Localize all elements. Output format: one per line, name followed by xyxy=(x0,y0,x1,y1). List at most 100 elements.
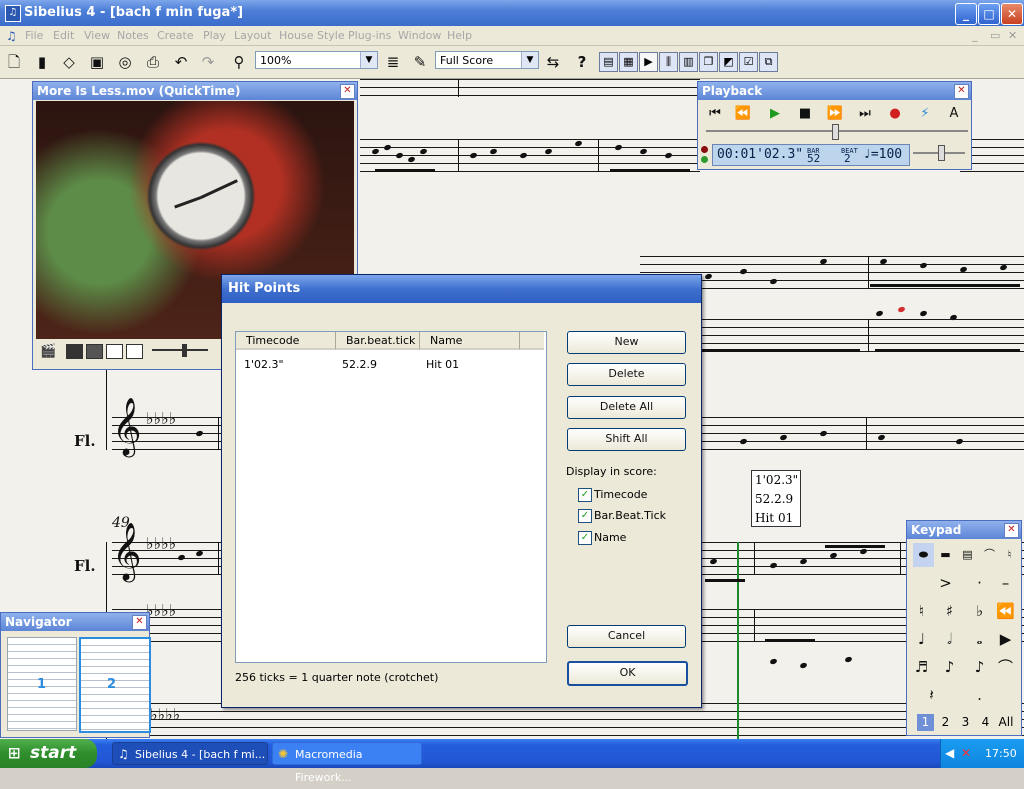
doc-restore-icon[interactable]: ▭ xyxy=(990,29,1000,42)
keypad-layout-1[interactable]: 1 xyxy=(917,714,934,731)
menu-window[interactable]: Window xyxy=(398,29,441,42)
cd-icon[interactable]: ◎ xyxy=(115,52,135,72)
tie-key[interactable]: ⌒ xyxy=(995,655,1016,679)
keypad-layout-3[interactable]: 3 xyxy=(957,714,974,731)
timeline-handle[interactable] xyxy=(832,124,839,140)
undo-icon[interactable]: ↶ xyxy=(171,52,191,72)
help-icon[interactable]: ? xyxy=(572,52,592,72)
fast-forward-icon[interactable]: ⏩ xyxy=(822,102,848,126)
quarter-note-key[interactable]: ♩ xyxy=(911,627,932,651)
menu-file[interactable]: File xyxy=(25,29,43,42)
next-key[interactable]: ▶ xyxy=(995,627,1016,651)
mixer-toggle-icon[interactable]: ⫼ xyxy=(659,52,678,72)
document-icon[interactable]: ♫ xyxy=(6,29,17,43)
keypad-layout-all[interactable]: All xyxy=(995,714,1017,731)
menu-edit[interactable]: Edit xyxy=(53,29,74,42)
new-file-icon[interactable]: 🗋 xyxy=(4,52,24,72)
navigator-toggle-icon[interactable]: ▤ xyxy=(599,52,618,72)
accent-key[interactable]: > xyxy=(935,571,956,595)
network-icon[interactable]: ✕ xyxy=(961,739,971,768)
sixteenth-note-key[interactable]: ♬ xyxy=(911,655,932,679)
delete-button[interactable]: Delete xyxy=(567,363,686,386)
score-view-select[interactable]: Full Score ▼ xyxy=(435,51,539,69)
video-toggle-icon[interactable]: ◩ xyxy=(719,52,738,72)
chevron-down-icon[interactable]: ▼ xyxy=(521,52,538,68)
live-playback-icon[interactable]: ⚡ xyxy=(912,102,938,126)
save-icon[interactable]: ▣ xyxy=(87,52,107,72)
delete-all-button[interactable]: Delete All xyxy=(567,396,686,419)
new-button[interactable]: New xyxy=(567,331,686,354)
hit-point-label[interactable]: 1'02.3" 52.2.9 Hit 01 xyxy=(751,470,801,527)
keypad-tab-articulations-icon[interactable]: ⌒ xyxy=(979,543,1000,567)
focus-staves-icon[interactable]: ✎ xyxy=(410,52,430,72)
shift-all-button[interactable]: Shift All xyxy=(567,428,686,451)
rewind-to-start-icon[interactable]: ⏮ xyxy=(702,102,728,126)
whole-note-key[interactable]: 𝅝 xyxy=(969,627,990,651)
play-icon[interactable]: ▶ xyxy=(762,102,788,126)
half-note-key[interactable]: 𝅗𝅥 xyxy=(939,627,960,651)
close-icon[interactable]: ✕ xyxy=(1004,523,1019,538)
close-icon[interactable]: ✕ xyxy=(340,84,355,99)
keypad-layout-4[interactable]: 4 xyxy=(977,714,994,731)
stop-icon[interactable]: ■ xyxy=(792,102,818,126)
previous-rest-key[interactable]: ⏪ xyxy=(995,599,1016,623)
start-button[interactable]: ⊞ start xyxy=(0,739,97,768)
staccato-key[interactable]: · xyxy=(969,571,990,595)
timecode-checkbox[interactable]: ✓ xyxy=(578,488,592,502)
doc-close-icon[interactable]: ✕ xyxy=(1008,29,1017,42)
redo-icon[interactable]: ↷ xyxy=(198,52,218,72)
maximize-button[interactable]: □ xyxy=(978,3,1000,25)
tray-expand-icon[interactable]: ◀ xyxy=(945,739,954,768)
tempo-handle[interactable] xyxy=(938,145,945,161)
name-checkbox[interactable]: ✓ xyxy=(578,531,592,545)
parts-icon[interactable]: ⇆ xyxy=(543,52,563,72)
chevron-down-icon[interactable]: ▼ xyxy=(360,52,377,68)
table-row[interactable]: 1'02.3" 52.2.9 Hit 01 xyxy=(236,354,544,372)
dot-key[interactable]: . xyxy=(969,683,990,707)
size-normal-icon[interactable] xyxy=(106,344,123,359)
flat-key[interactable]: ♭ xyxy=(969,599,990,623)
taskbar-item-sibelius[interactable]: ♫ Sibelius 4 - [bach f mi... xyxy=(112,742,268,765)
natural-key[interactable]: ♮ xyxy=(911,599,932,623)
menu-help[interactable]: Help xyxy=(447,29,472,42)
close-button[interactable]: ✕ xyxy=(1001,3,1023,25)
column-header-name[interactable]: Name xyxy=(420,332,520,350)
hit-points-list[interactable]: Timecode Bar.beat.tick Name 1'02.3" 52.2… xyxy=(235,331,547,663)
keypad-tab-beams-icon[interactable]: ▤ xyxy=(957,543,978,567)
menu-view[interactable]: View xyxy=(84,29,110,42)
eighth-note-key[interactable]: ♪ xyxy=(939,655,960,679)
record-icon[interactable]: ● xyxy=(882,102,908,126)
zoom-tool-icon[interactable]: ⚲ xyxy=(229,52,249,72)
taskbar-item-fireworks[interactable]: ✺ Macromedia Firework... xyxy=(272,742,422,765)
menu-notes[interactable]: Notes xyxy=(117,29,149,42)
doc-minimize-icon[interactable]: _ xyxy=(972,29,978,42)
size-large-icon[interactable] xyxy=(126,344,143,359)
properties-toggle-icon[interactable]: ❐ xyxy=(699,52,718,72)
scorch-icon[interactable]: ◇ xyxy=(59,52,79,72)
print-icon[interactable]: ⎙ xyxy=(143,52,163,72)
keypad-layout-2[interactable]: 2 xyxy=(937,714,954,731)
keypad-toggle-icon[interactable]: ▦ xyxy=(619,52,638,72)
open-file-icon[interactable]: ▮ xyxy=(32,52,52,72)
navigator-window[interactable]: Navigator ✕ 1 2 xyxy=(0,612,150,738)
size-half-icon[interactable] xyxy=(86,344,103,359)
close-icon[interactable]: ✕ xyxy=(954,84,969,99)
size-quarter-icon[interactable] xyxy=(66,344,83,359)
selected-note[interactable] xyxy=(897,306,905,313)
keypad-tab-notes-icon[interactable]: ▬ xyxy=(935,543,956,567)
rewind-icon[interactable]: ⏪ xyxy=(730,102,756,126)
dotted-eighth-key[interactable]: ♪ xyxy=(969,655,990,679)
rest-key[interactable]: 𝄽 xyxy=(921,683,942,707)
ok-button[interactable]: OK xyxy=(567,661,688,686)
volume-slider[interactable] xyxy=(152,349,208,351)
keypad-tab-common-icon[interactable]: ⬬ xyxy=(913,543,934,567)
menu-play[interactable]: Play xyxy=(203,29,226,42)
sharp-key[interactable]: ♯ xyxy=(939,599,960,623)
menu-create[interactable]: Create xyxy=(157,29,194,42)
kontakt-toggle-icon[interactable]: ▥ xyxy=(679,52,698,72)
bbt-checkbox[interactable]: ✓ xyxy=(578,509,592,523)
column-header-bbt[interactable]: Bar.beat.tick xyxy=(336,332,420,350)
cancel-button[interactable]: Cancel xyxy=(567,625,686,648)
zoom-select[interactable]: 100% ▼ xyxy=(255,51,378,69)
volume-handle[interactable] xyxy=(182,344,187,357)
